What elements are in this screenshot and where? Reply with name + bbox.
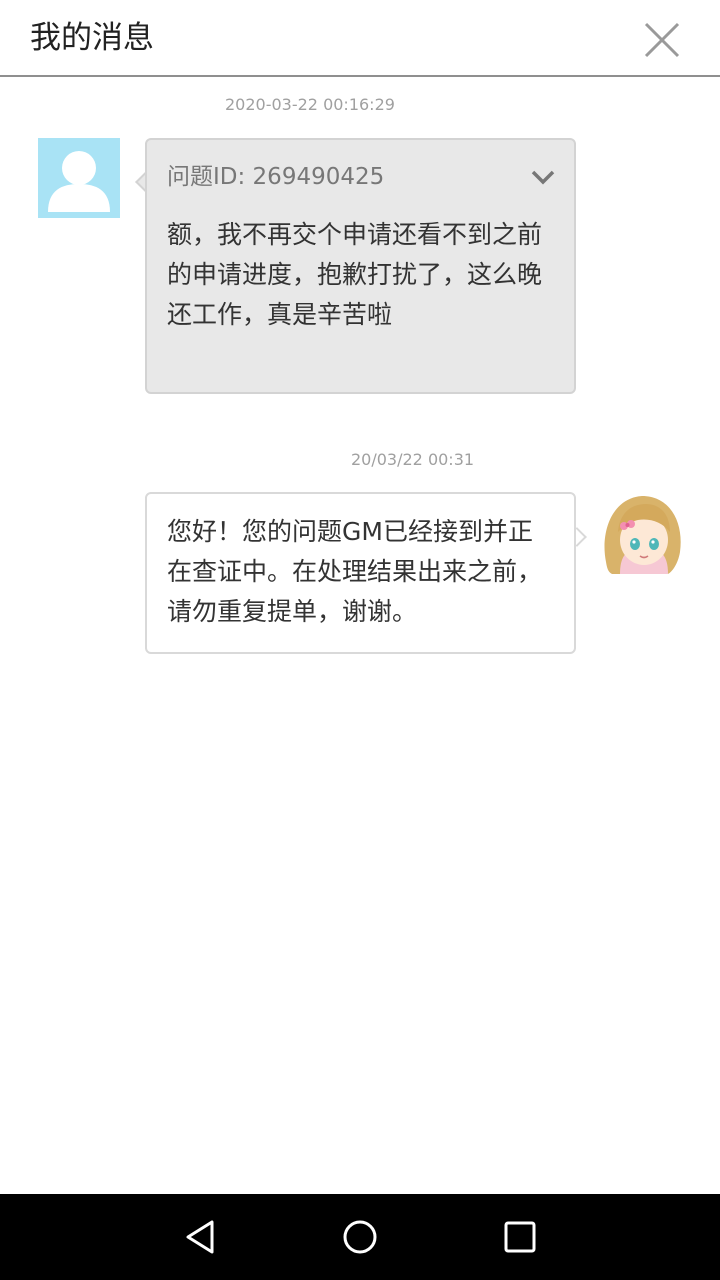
close-icon [644, 22, 680, 58]
user-avatar[interactable] [38, 138, 120, 218]
close-button[interactable] [640, 18, 684, 62]
back-button[interactable] [178, 1214, 224, 1260]
chevron-down-icon [531, 170, 555, 185]
expand-button[interactable] [529, 166, 557, 188]
page-title: 我的消息 [30, 20, 154, 56]
header: 我的消息 [0, 0, 720, 77]
home-circle-icon [343, 1220, 377, 1254]
user-avatar-icon [48, 151, 110, 212]
back-triangle-icon [186, 1220, 214, 1254]
recent-square-icon [504, 1221, 536, 1253]
message-timestamp: 2020-03-22 00:16:29 [225, 95, 395, 114]
home-button[interactable] [337, 1214, 383, 1260]
message-text: 您好！您的问题GM已经接到并正在查证中。在处理结果出来之前，请勿重复提单，谢谢。 [167, 517, 543, 626]
question-id: 问题ID: 269490425 [167, 164, 385, 190]
gm-message-bubble[interactable]: 您好！您的问题GM已经接到并正在查证中。在处理结果出来之前，请勿重复提单，谢谢。 [145, 492, 576, 654]
user-message-bubble[interactable]: 问题ID: 269490425 额，我不再交个申请还看不到之前的申请进度，抱歉打… [145, 138, 576, 394]
system-navbar [0, 1194, 720, 1280]
message-timestamp: 20/03/22 00:31 [351, 450, 475, 469]
gm-avatar[interactable] [598, 492, 684, 574]
message-text: 额，我不再交个申请还看不到之前的申请进度，抱歉打扰了，这么晚还工作，真是辛苦啦 [167, 220, 543, 329]
recent-apps-button[interactable] [497, 1214, 543, 1260]
gm-avatar-icon [604, 496, 681, 574]
